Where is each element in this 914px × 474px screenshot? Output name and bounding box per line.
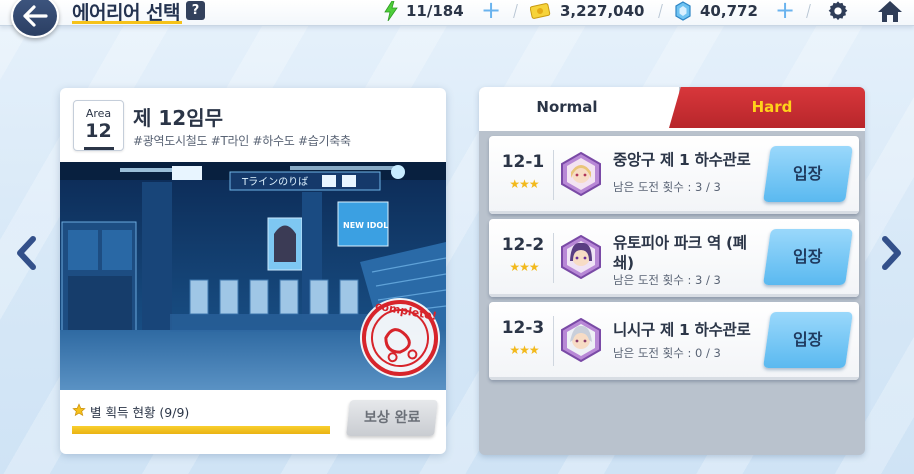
divider bbox=[806, 4, 811, 18]
mission-title: 제 12임무 bbox=[133, 106, 223, 130]
gear-icon[interactable] bbox=[826, 0, 850, 22]
star-progress-bar bbox=[72, 426, 330, 434]
enter-button-label: 입장 bbox=[793, 247, 823, 266]
next-area-arrow-icon[interactable] bbox=[880, 235, 904, 271]
character-portrait-icon bbox=[561, 235, 601, 279]
gems-value: 40,772 bbox=[700, 2, 758, 20]
tab-normal[interactable]: Normal bbox=[479, 87, 679, 128]
home-icon[interactable] bbox=[876, 0, 904, 23]
area-label: Area bbox=[85, 107, 112, 120]
stage-stars: ★★★ bbox=[509, 260, 539, 274]
area-badge: Area 12 bbox=[73, 100, 124, 151]
back-button[interactable] bbox=[11, 0, 59, 38]
divider bbox=[513, 4, 518, 18]
title-underline bbox=[72, 21, 182, 24]
lightning-icon bbox=[384, 1, 398, 21]
prev-area-arrow-icon[interactable] bbox=[14, 235, 38, 271]
mission-card: Area 12 제 12임무 #광역도시철도 #T라인 #하수도 #습기축축 T… bbox=[60, 88, 446, 454]
credit-ticket-icon bbox=[530, 3, 551, 19]
star-status: 별 획득 현황 (9/9) bbox=[72, 402, 189, 421]
credits-counter: 3,227,040 bbox=[530, 0, 644, 22]
top-bar: 에어리어 선택 ? 11/184 + 3,227,040 40,772 + bbox=[0, 0, 914, 38]
mission-scene-image: Tラインのりば NEW IDOL complete! bbox=[60, 162, 446, 390]
enter-button[interactable]: 입장 bbox=[763, 146, 853, 202]
divider bbox=[553, 316, 554, 366]
area-number: 12 bbox=[85, 120, 112, 142]
stage-stars: ★★★ bbox=[509, 343, 539, 357]
divider bbox=[553, 233, 554, 283]
energy-counter: 11/184 bbox=[384, 0, 464, 22]
add-energy-button[interactable]: + bbox=[480, 0, 502, 22]
enter-button[interactable]: 입장 bbox=[763, 312, 853, 368]
divider bbox=[553, 150, 554, 200]
credits-value: 3,227,040 bbox=[560, 2, 645, 20]
character-portrait-icon bbox=[561, 152, 601, 196]
stage-id: 12-3 bbox=[501, 318, 545, 338]
enter-button-label: 입장 bbox=[793, 330, 823, 349]
tab-hard[interactable]: Hard bbox=[679, 87, 865, 128]
gem-icon bbox=[675, 1, 691, 21]
stage-card[interactable]: 12-3 ★★★ 니시구 제 1 하수관로 남은 도전 횟수 : 0 / 3 입… bbox=[489, 302, 859, 380]
stage-stars: ★★★ bbox=[509, 177, 539, 191]
reward-button-label: 보상 완료 bbox=[363, 410, 421, 426]
gems-counter: 40,772 bbox=[674, 0, 758, 22]
enter-button-label: 입장 bbox=[793, 164, 823, 183]
star-progress-fill bbox=[72, 426, 330, 434]
reward-complete-button[interactable]: 보상 완료 bbox=[346, 400, 438, 436]
ad-sign-text: NEW IDOL bbox=[343, 221, 388, 230]
stage-name: 니시구 제 1 하수관로 bbox=[613, 321, 751, 339]
energy-value: 11/184 bbox=[406, 2, 464, 20]
area-badge-bar bbox=[84, 147, 114, 150]
stage-tries: 남은 도전 횟수 : 3 / 3 bbox=[613, 180, 721, 194]
stage-name: 중앙구 제 1 하수관로 bbox=[613, 151, 751, 169]
divider bbox=[658, 4, 663, 18]
stage-name: 유토피아 파크 역 (폐쇄) bbox=[613, 234, 747, 272]
station-sign-text: Tラインのりば bbox=[241, 176, 308, 188]
stage-id: 12-1 bbox=[501, 152, 545, 172]
difficulty-tabs: Normal Hard bbox=[479, 87, 865, 128]
stage-tries: 남은 도전 횟수 : 3 / 3 bbox=[613, 273, 721, 287]
star-icon bbox=[72, 403, 86, 420]
stage-card[interactable]: 12-1 ★★★ 중앙구 제 1 하수관로 남은 도전 횟수 : 3 / 3 입… bbox=[489, 136, 859, 214]
add-gems-button[interactable]: + bbox=[774, 0, 796, 22]
star-status-label: 별 획득 현황 (9/9) bbox=[90, 405, 190, 420]
back-arrow-icon bbox=[23, 5, 48, 27]
stage-id: 12-2 bbox=[501, 235, 545, 255]
tab-underline bbox=[479, 128, 865, 131]
stage-panel: Normal Hard 12-1 ★★★ 중앙구 제 1 하수관로 남은 도전 … bbox=[479, 87, 865, 455]
stage-tries: 남은 도전 횟수 : 0 / 3 bbox=[613, 346, 721, 360]
character-portrait-icon bbox=[561, 318, 601, 362]
help-icon[interactable]: ? bbox=[186, 1, 205, 20]
mission-tags: #광역도시철도 #T라인 #하수도 #습기축축 bbox=[133, 134, 351, 148]
enter-button[interactable]: 입장 bbox=[763, 229, 853, 285]
stage-card[interactable]: 12-2 ★★★ 유토피아 파크 역 (폐쇄) 남은 도전 횟수 : 3 / 3… bbox=[489, 219, 859, 297]
